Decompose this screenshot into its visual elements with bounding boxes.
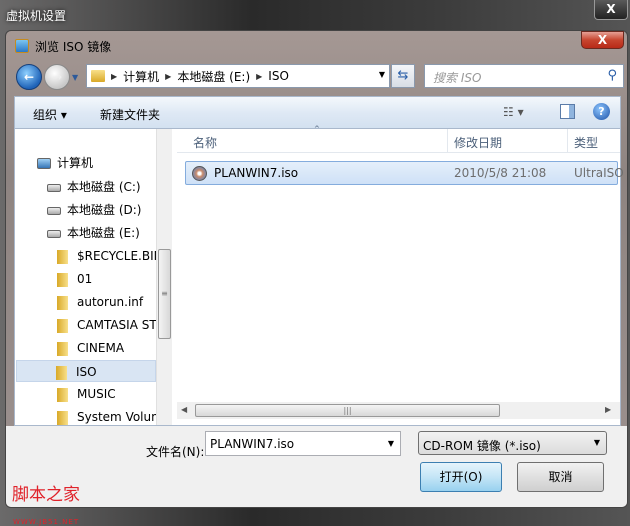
nav-label: CINEMA [77, 341, 125, 355]
drive-icon [47, 229, 61, 238]
nav-label: 01 [77, 272, 93, 286]
organize-button[interactable]: 组织 ▾ [33, 106, 67, 123]
nav-label: System Volum [77, 410, 163, 424]
cancel-button[interactable]: 取消 [517, 462, 604, 492]
refresh-button[interactable]: ⇆ [391, 64, 415, 88]
nav-item-computer[interactable]: 计算机 [35, 152, 93, 174]
chevron-down-icon[interactable]: ▼ [594, 438, 600, 447]
dialog-close-button[interactable]: X [581, 31, 624, 49]
bottom-panel: 文件名(N): PLANWIN7.iso ▼ CD-ROM 镜像 (*.iso) ▼… [6, 426, 627, 526]
column-modified[interactable]: 修改日期 [454, 134, 502, 151]
drive-icon [47, 206, 61, 215]
scroll-right-icon[interactable]: ▶ [605, 405, 611, 414]
column-name[interactable]: 名称 [193, 134, 217, 151]
nav-label: $RECYCLE.BIN [77, 249, 163, 263]
history-dropdown-icon[interactable]: ▼ [72, 73, 78, 82]
nav-label: 本地磁盘 (C:) [67, 180, 141, 194]
outer-close-button[interactable]: X [594, 0, 628, 20]
back-button[interactable]: ← [16, 64, 42, 90]
chevron-down-icon[interactable]: ▼ [388, 439, 394, 448]
horizontal-scrollbar[interactable]: ◀ ||| ▶ [177, 402, 620, 419]
help-button[interactable]: ? [593, 103, 610, 120]
scroll-left-icon[interactable]: ◀ [181, 405, 187, 414]
breadcrumb-iso[interactable]: ISO [268, 69, 289, 83]
address-dropdown-icon[interactable]: ▼ [379, 70, 385, 79]
column-divider[interactable] [567, 129, 568, 153]
search-icon[interactable]: ⚲ [607, 68, 617, 83]
nav-item-folder[interactable]: System Volum [55, 406, 163, 425]
nav-item-folder[interactable]: CINEMA [55, 337, 124, 359]
forward-button[interactable]: → [44, 64, 70, 90]
watermark-logo: 脚本之家 [12, 485, 80, 505]
folder-icon [57, 318, 68, 333]
dialog-title: 浏览 ISO 镜像 [35, 40, 112, 54]
chevron-right-icon: ▶ [256, 71, 263, 81]
browse-iso-dialog: 浏览 ISO 镜像 X ← → ▼ ▶ 计算机 ▶ 本地磁盘 (E:) ▶ IS… [5, 30, 628, 526]
scrollbar-thumb[interactable]: ||| [195, 404, 500, 417]
nav-label: CAMTASIA ST [77, 318, 157, 332]
file-row[interactable]: PLANWIN7.iso 2010/5/8 21:08 UltraISO [185, 161, 624, 185]
nav-item-folder[interactable]: CAMTASIA ST [55, 314, 157, 336]
sort-ascending-icon: ^ [314, 125, 320, 133]
nav-item-drive-c[interactable]: 本地磁盘 (C:) [45, 176, 141, 198]
drive-icon [47, 183, 61, 192]
nav-item-folder-selected[interactable]: ISO [16, 360, 156, 382]
chevron-right-icon: ▶ [111, 71, 118, 81]
nav-item-folder[interactable]: 01 [55, 268, 92, 290]
folder-icon [57, 249, 68, 264]
file-name: PLANWIN7.iso [214, 166, 299, 180]
folder-icon [57, 410, 68, 425]
nav-item-folder[interactable]: MUSIC [55, 383, 116, 405]
filetype-value: CD-ROM 镜像 (*.iso) [423, 439, 541, 453]
outer-window-title: 虚拟机设置 [6, 9, 67, 23]
nav-label: MUSIC [77, 387, 116, 401]
nav-label: 计算机 [57, 156, 94, 170]
column-divider[interactable] [447, 129, 448, 153]
content-area: 计算机 本地磁盘 (C:) 本地磁盘 (D:) 本地磁盘 (E:) $RECYC… [14, 125, 624, 426]
file-type: UltraISO [574, 166, 624, 180]
breadcrumb-drive-e[interactable]: 本地磁盘 (E:) [177, 68, 250, 85]
filetype-select[interactable]: CD-ROM 镜像 (*.iso) ▼ [418, 431, 607, 455]
nav-label: 本地磁盘 (E:) [67, 226, 140, 240]
file-modified: 2010/5/8 21:08 [454, 166, 547, 180]
nav-item-drive-e[interactable]: 本地磁盘 (E:) [45, 222, 140, 244]
search-input[interactable]: 搜索 ISO ⚲ [424, 64, 624, 88]
nav-label: autorun.inf [77, 295, 144, 309]
folder-icon [57, 341, 68, 356]
preview-pane-button[interactable] [560, 104, 575, 119]
iso-file-icon [192, 166, 207, 181]
nav-label: ISO [76, 365, 97, 379]
toolbar: 组织 ▾ 新建文件夹 ☷ ▾ ? [14, 96, 621, 128]
column-type[interactable]: 类型 [574, 134, 598, 151]
scrollbar-thumb[interactable]: ≡ [158, 249, 171, 339]
nav-vertical-scrollbar[interactable]: ≡ [156, 129, 172, 425]
filename-input[interactable]: PLANWIN7.iso ▼ [205, 431, 401, 456]
open-button[interactable]: 打开(O) [420, 462, 502, 492]
chevron-right-icon: ▶ [165, 71, 172, 81]
column-header: 名称 ^ 修改日期 类型 [177, 125, 620, 153]
breadcrumb-computer[interactable]: 计算机 [123, 68, 159, 85]
dialog-app-icon [15, 39, 29, 53]
watermark-url: WWW.JB51.NET [13, 518, 80, 526]
folder-icon [57, 387, 68, 402]
folder-icon [57, 295, 68, 310]
views-button[interactable]: ☷ ▾ [503, 105, 524, 119]
filename-label: 文件名(N): [146, 445, 205, 459]
computer-icon [37, 158, 51, 169]
nav-item-drive-d[interactable]: 本地磁盘 (D:) [45, 199, 141, 221]
folder-icon [56, 365, 67, 380]
address-bar[interactable]: ▶ 计算机 ▶ 本地磁盘 (E:) ▶ ISO ▼ [86, 64, 390, 88]
new-folder-button[interactable]: 新建文件夹 [100, 106, 160, 123]
folder-icon [57, 272, 68, 287]
folder-icon [91, 70, 105, 82]
file-list: 名称 ^ 修改日期 类型 PLANWIN7.iso 2010/5/8 21:08… [177, 125, 624, 425]
nav-item-folder[interactable]: autorun.inf [55, 291, 143, 313]
filename-value: PLANWIN7.iso [210, 437, 295, 451]
nav-label: 本地磁盘 (D:) [67, 203, 142, 217]
navigation-pane: 计算机 本地磁盘 (C:) 本地磁盘 (D:) 本地磁盘 (E:) $RECYC… [15, 129, 172, 425]
nav-item-folder[interactable]: $RECYCLE.BIN [55, 245, 163, 267]
